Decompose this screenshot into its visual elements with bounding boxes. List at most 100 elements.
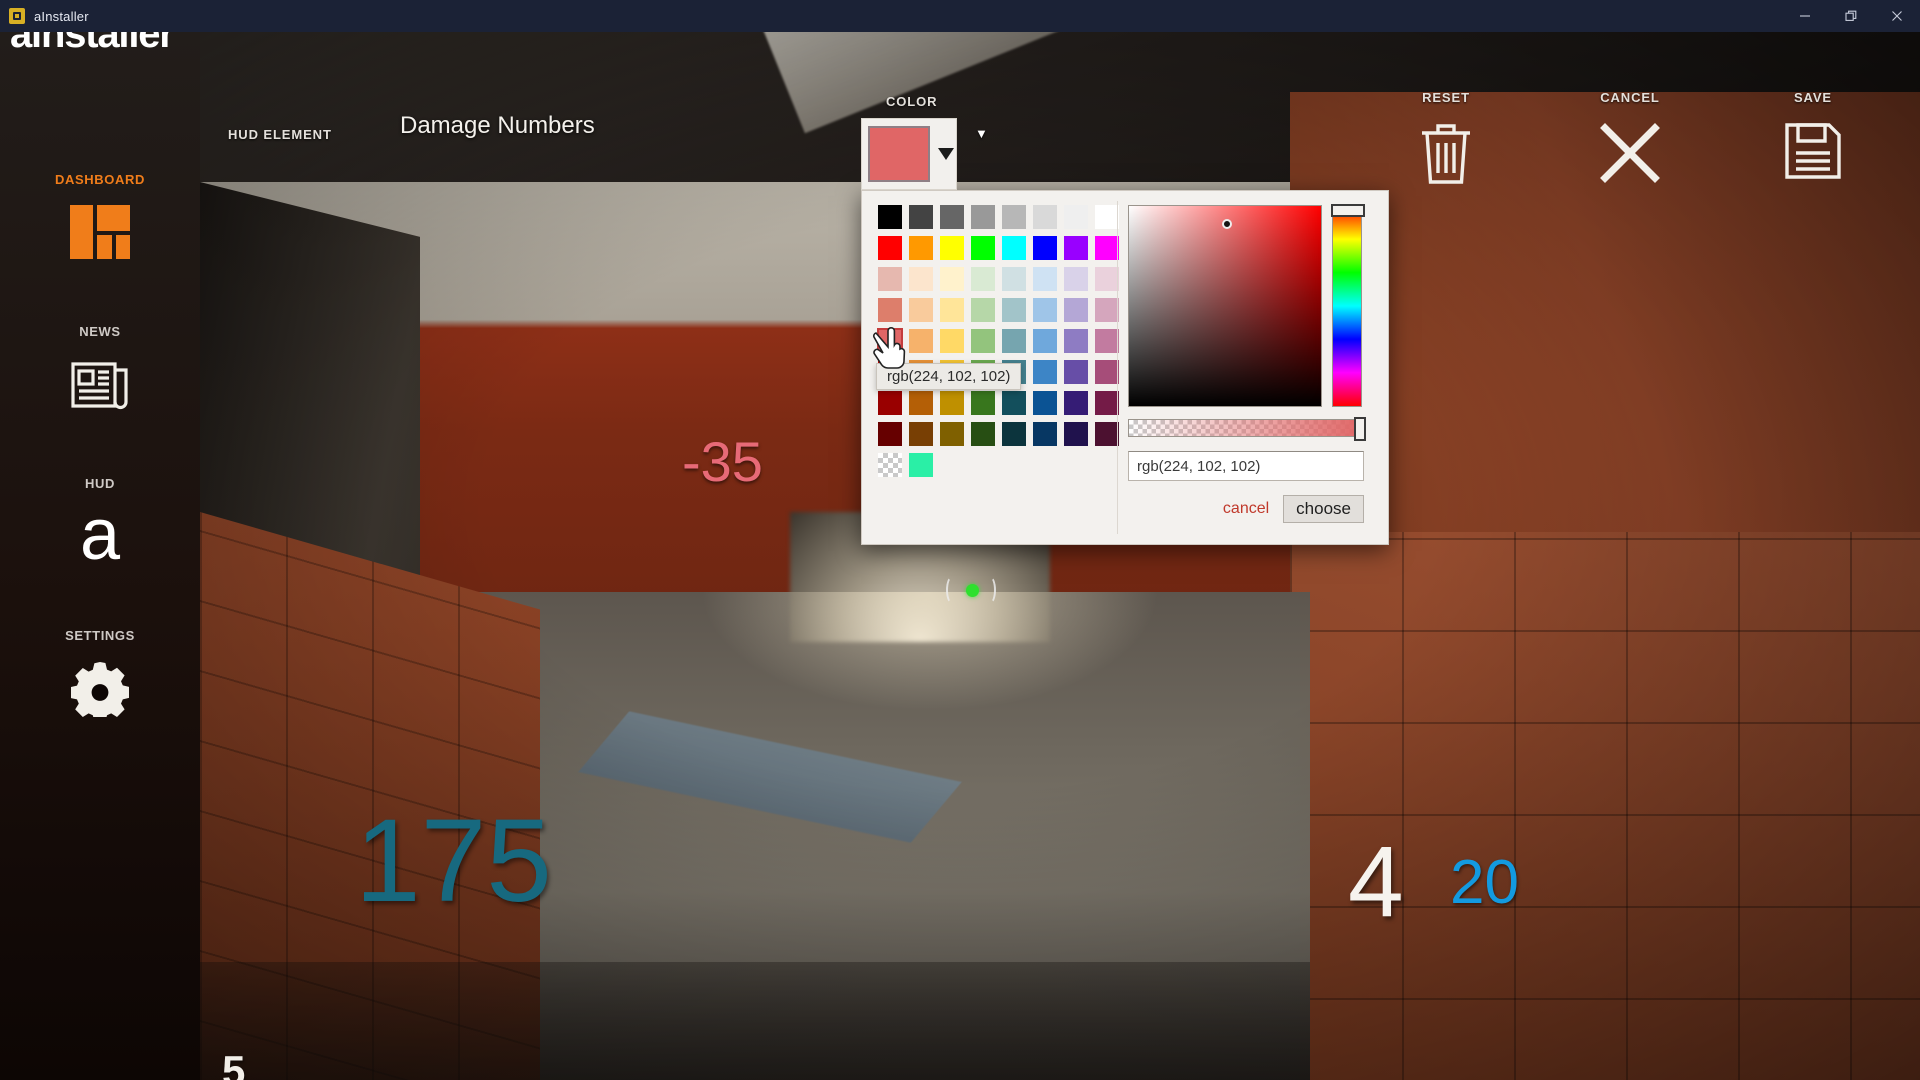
palette-swatch[interactable] [1095, 298, 1119, 322]
palette-swatch[interactable] [1064, 298, 1088, 322]
palette-swatch[interactable] [1095, 329, 1119, 353]
palette-swatch[interactable] [878, 422, 902, 446]
color-value-input[interactable] [1128, 451, 1364, 481]
window-title: aInstaller [34, 8, 89, 24]
caret-down-icon[interactable] [938, 148, 954, 160]
palette-swatch[interactable] [971, 422, 995, 446]
palette-swatch[interactable] [1002, 391, 1026, 415]
sidebar-item-settings[interactable]: SETTINGS [0, 628, 200, 724]
hud-damage-number: -35 [682, 430, 763, 493]
palette-swatch[interactable] [878, 267, 902, 291]
palette-swatch[interactable] [1095, 422, 1119, 446]
hue-handle[interactable] [1331, 204, 1365, 217]
dashboard-grid-icon [64, 196, 136, 268]
saturation-value-row [1128, 204, 1374, 407]
palette-swatch[interactable] [909, 329, 933, 353]
alpha-handle[interactable] [1354, 417, 1366, 441]
palette-swatch[interactable] [1033, 391, 1057, 415]
palette-swatch[interactable] [909, 236, 933, 260]
alpha-slider[interactable] [1128, 417, 1366, 441]
palette-swatch[interactable] [1033, 267, 1057, 291]
palette-swatch[interactable] [878, 298, 902, 322]
palette-swatch[interactable] [1095, 267, 1119, 291]
palette-swatch[interactable] [909, 267, 933, 291]
palette-swatch[interactable] [940, 267, 964, 291]
sidebar-item-news[interactable]: NEWS [0, 324, 200, 420]
palette-swatch[interactable] [971, 329, 995, 353]
reset-button[interactable]: RESET [1366, 90, 1526, 185]
app-logo-icon [9, 8, 25, 24]
crosshair-dot [966, 584, 979, 597]
palette-swatch[interactable] [909, 205, 933, 229]
palette-swatch[interactable] [1064, 267, 1088, 291]
palette-swatch[interactable] [1033, 205, 1057, 229]
restore-icon[interactable] [1828, 0, 1874, 32]
minimize-icon[interactable] [1782, 0, 1828, 32]
hue-strip[interactable] [1331, 204, 1365, 407]
palette-swatch[interactable] [909, 391, 933, 415]
sidebar-item-hud[interactable]: HUD a [0, 476, 200, 572]
palette-swatch[interactable] [940, 298, 964, 322]
palette-swatch[interactable] [878, 236, 902, 260]
palette-swatch[interactable] [1002, 298, 1026, 322]
palette-swatch[interactable] [971, 391, 995, 415]
palette-swatch[interactable] [909, 298, 933, 322]
app-root: -35 175 4 20 5 DASHBOARD NEWS HUD a SETT… [0, 0, 1920, 1080]
palette-swatch-transparent[interactable] [878, 453, 902, 477]
color-palette-extra-row[interactable] [878, 453, 1106, 477]
palette-swatch[interactable] [1095, 391, 1119, 415]
color-palette-grid[interactable] [877, 205, 1119, 446]
palette-swatch[interactable] [909, 422, 933, 446]
palette-swatch[interactable] [1002, 329, 1026, 353]
hud-element-caption: HUD ELEMENT [228, 127, 332, 142]
palette-swatch[interactable] [1095, 360, 1119, 384]
palette-swatch[interactable] [971, 267, 995, 291]
palette-swatch[interactable] [971, 236, 995, 260]
sidebar-item-dashboard[interactable]: DASHBOARD [0, 172, 200, 268]
palette-swatch[interactable] [877, 328, 903, 354]
palette-swatch[interactable] [1002, 236, 1026, 260]
hud-element-dropdown-value[interactable]: Damage Numbers [400, 112, 595, 140]
saturation-value-square[interactable] [1128, 205, 1322, 407]
palette-swatch[interactable] [878, 205, 902, 229]
palette-swatch[interactable] [1064, 329, 1088, 353]
palette-swatch[interactable] [1064, 236, 1088, 260]
palette-swatch[interactable] [940, 329, 964, 353]
palette-swatch[interactable] [1033, 298, 1057, 322]
sidebar: DASHBOARD NEWS HUD a SETTINGS [0, 32, 200, 1080]
palette-swatch[interactable] [1095, 236, 1119, 260]
sv-handle[interactable] [1221, 219, 1232, 229]
palette-swatch[interactable] [1064, 422, 1088, 446]
chevron-down-icon[interactable]: ▼ [975, 126, 988, 141]
palette-swatch[interactable] [1033, 422, 1057, 446]
save-button[interactable]: SAVE [1733, 90, 1893, 181]
picker-cancel-link[interactable]: cancel [1223, 500, 1269, 518]
palette-swatch[interactable] [1064, 360, 1088, 384]
palette-swatch[interactable] [1002, 205, 1026, 229]
palette-swatch[interactable] [1033, 329, 1057, 353]
gear-icon [64, 652, 136, 724]
palette-swatch[interactable] [940, 205, 964, 229]
crosshair-left-bracket [946, 576, 958, 604]
close-icon[interactable] [1874, 0, 1920, 32]
picker-choose-button[interactable]: choose [1283, 495, 1364, 523]
palette-swatch[interactable] [1064, 391, 1088, 415]
palette-swatch[interactable] [1095, 205, 1119, 229]
palette-swatch[interactable] [971, 205, 995, 229]
palette-swatch[interactable] [909, 453, 933, 477]
palette-swatch[interactable] [1033, 360, 1057, 384]
palette-swatch[interactable] [1002, 422, 1026, 446]
palette-swatch[interactable] [940, 391, 964, 415]
floor-glow [700, 592, 1160, 712]
palette-swatch[interactable] [940, 422, 964, 446]
palette-swatch[interactable] [1033, 236, 1057, 260]
palette-swatch[interactable] [1002, 267, 1026, 291]
palette-swatch[interactable] [940, 236, 964, 260]
cancel-button[interactable]: CANCEL [1550, 90, 1710, 185]
palette-swatch[interactable] [878, 391, 902, 415]
sidebar-item-label: HUD [85, 476, 115, 491]
hud-ammo-clip: 4 [1348, 826, 1404, 938]
color-swatch-button[interactable] [861, 118, 957, 190]
palette-swatch[interactable] [1064, 205, 1088, 229]
palette-swatch[interactable] [971, 298, 995, 322]
